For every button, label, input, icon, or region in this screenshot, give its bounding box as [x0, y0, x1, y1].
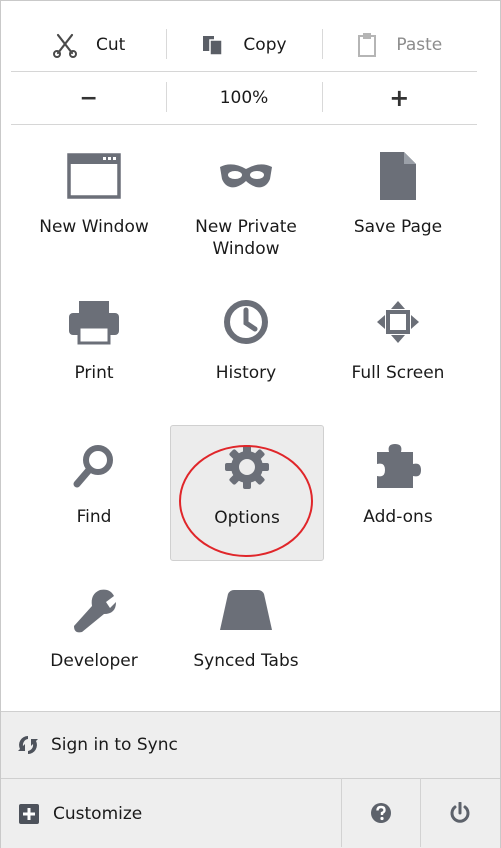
tile-label: Developer — [50, 651, 138, 671]
copy-button[interactable]: Copy — [166, 19, 321, 71]
cut-label: Cut — [96, 35, 126, 55]
tile-label: Find — [76, 507, 112, 527]
puzzle-icon — [322, 435, 474, 497]
help-icon — [370, 802, 392, 824]
edit-controls-row: Cut Copy Paste — [11, 19, 477, 72]
copy-icon — [201, 33, 225, 57]
new-window-icon — [18, 145, 170, 207]
tile-label: Print — [74, 363, 114, 383]
zoom-in-label: + — [389, 84, 410, 112]
save-page-icon — [322, 145, 474, 207]
fullscreen-icon — [322, 291, 474, 353]
paste-label: Paste — [396, 35, 443, 55]
tile-label: History — [215, 363, 277, 383]
firefox-menu-panel: Cut Copy Paste − 100% + New Window New P… — [0, 0, 501, 848]
zoom-out-label: − — [79, 85, 98, 111]
find-button[interactable]: Find — [18, 425, 170, 559]
zoom-reset-button[interactable]: 100% — [166, 72, 321, 124]
sign-in-to-sync-button[interactable]: Sign in to Sync — [1, 711, 500, 778]
sync-icon — [17, 734, 39, 756]
zoom-controls-row: − 100% + — [11, 72, 477, 125]
history-button[interactable]: History — [170, 281, 322, 415]
print-button[interactable]: Print — [18, 281, 170, 415]
synced-tabs-button[interactable]: Synced Tabs — [170, 569, 322, 703]
full-screen-button[interactable]: Full Screen — [322, 281, 474, 415]
private-mask-icon — [170, 145, 322, 207]
sync-label: Sign in to Sync — [51, 735, 178, 755]
tile-label: Save Page — [353, 217, 443, 237]
zoom-out-button[interactable]: − — [11, 72, 166, 124]
quit-button[interactable] — [420, 778, 499, 847]
scissors-icon — [52, 32, 78, 58]
add-ons-button[interactable]: Add-ons — [322, 425, 474, 559]
zoom-in-button[interactable]: + — [321, 72, 477, 124]
clipboard-icon — [356, 32, 378, 58]
paste-button[interactable]: Paste — [321, 19, 477, 71]
tile-label: New Private Window — [195, 217, 297, 259]
synced-tabs-icon — [170, 579, 322, 641]
tile-label: Add-ons — [363, 507, 433, 527]
tile-label: New Window — [39, 217, 149, 237]
plus-square-icon — [19, 803, 39, 824]
highlight-circle-annotation — [179, 445, 313, 557]
developer-button[interactable]: Developer — [18, 569, 170, 703]
help-button[interactable] — [341, 778, 420, 847]
magnifier-icon — [18, 435, 170, 497]
new-window-button[interactable]: New Window — [18, 135, 170, 269]
save-page-button[interactable]: Save Page — [322, 135, 474, 269]
printer-icon — [18, 291, 170, 353]
clock-icon — [170, 291, 322, 353]
power-icon — [449, 801, 471, 824]
copy-label: Copy — [243, 35, 287, 55]
new-private-window-button[interactable]: New Private Window — [170, 135, 322, 269]
tile-label: Synced Tabs — [193, 651, 299, 671]
cut-button[interactable]: Cut — [11, 19, 166, 71]
zoom-level: 100% — [219, 88, 269, 108]
tile-label: Full Screen — [351, 363, 445, 383]
customize-label: Customize — [53, 803, 143, 824]
wrench-icon — [18, 579, 170, 641]
